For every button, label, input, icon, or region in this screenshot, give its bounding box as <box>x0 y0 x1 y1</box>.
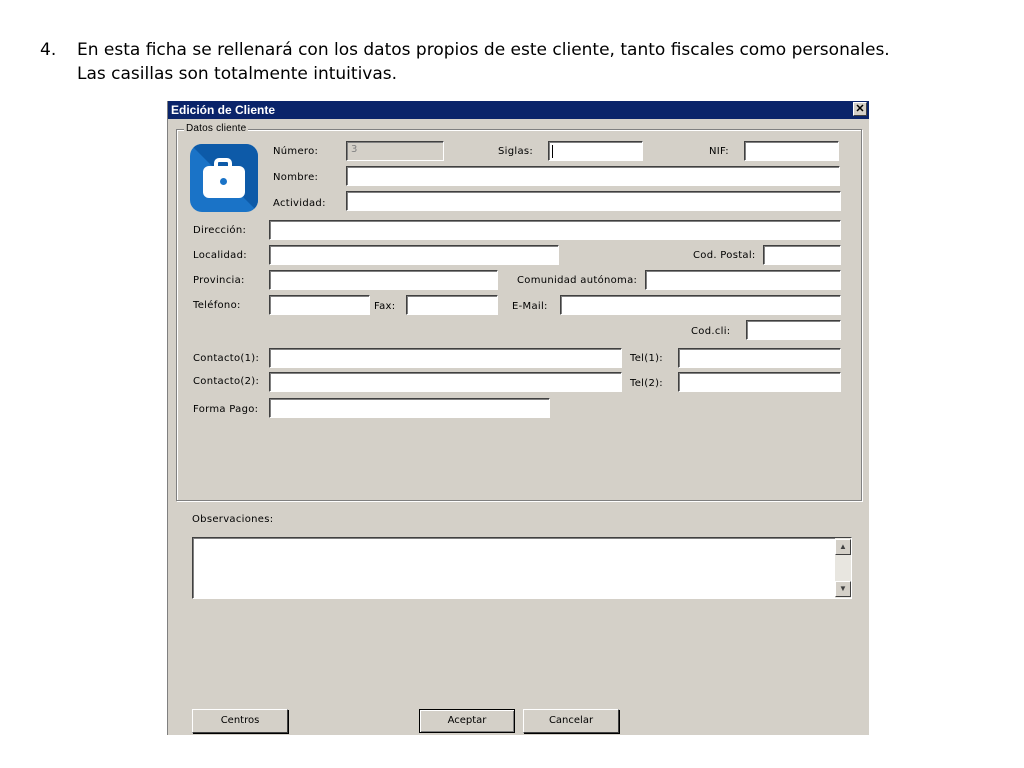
telefono-field[interactable] <box>269 295 370 315</box>
tel1-label: Tel(1): <box>630 353 663 364</box>
edit-client-dialog: Edición de Cliente ✕ Datos cliente Númer… <box>167 101 869 735</box>
actividad-field[interactable] <box>346 191 841 211</box>
cod-postal-label: Cod. Postal: <box>693 250 756 261</box>
fax-field[interactable] <box>406 295 498 315</box>
forma-pago-label: Forma Pago: <box>193 404 259 415</box>
localidad-label: Localidad: <box>193 250 247 261</box>
direccion-label: Dirección: <box>193 225 247 236</box>
instruction-line-1: En esta ficha se rellenará con los datos… <box>77 40 890 60</box>
contacto2-field[interactable] <box>269 372 622 392</box>
contacto1-label: Contacto(1): <box>193 353 260 364</box>
email-label: E-Mail: <box>512 301 548 312</box>
group-label: Datos cliente <box>184 123 249 134</box>
observaciones-label: Observaciones: <box>192 514 274 525</box>
email-field[interactable] <box>560 295 841 315</box>
tel2-field[interactable] <box>678 372 841 392</box>
nombre-label: Nombre: <box>273 172 319 183</box>
siglas-label: Siglas: <box>498 146 534 157</box>
scroll-down-icon[interactable]: ▼ <box>835 581 851 597</box>
contacto2-label: Contacto(2): <box>193 376 260 387</box>
codcli-field[interactable] <box>746 320 841 340</box>
aceptar-button[interactable]: Aceptar <box>419 709 515 733</box>
briefcase-icon <box>190 144 258 212</box>
scroll-up-icon[interactable]: ▲ <box>835 539 851 555</box>
tel1-field[interactable] <box>678 348 841 368</box>
close-icon[interactable]: ✕ <box>853 102 867 116</box>
provincia-label: Provincia: <box>193 275 245 286</box>
comunidad-label: Comunidad autónoma: <box>517 275 638 286</box>
nif-label: NIF: <box>709 146 729 157</box>
siglas-field[interactable] <box>548 141 643 161</box>
nif-field[interactable] <box>744 141 839 161</box>
telefono-label: Teléfono: <box>193 300 241 311</box>
cod-postal-field[interactable] <box>763 245 841 265</box>
step-number: 4. <box>40 40 57 60</box>
dialog-title: Edición de Cliente <box>171 103 276 117</box>
localidad-field[interactable] <box>269 245 559 265</box>
contacto1-field[interactable] <box>269 348 622 368</box>
instruction-line-2: Las casillas son totalmente intuitivas. <box>77 64 398 84</box>
forma-pago-field[interactable] <box>269 398 550 418</box>
numero-label: Número: <box>273 146 319 157</box>
observaciones-scrollbar[interactable]: ▲ ▼ <box>835 538 851 598</box>
tel2-label: Tel(2): <box>630 378 663 389</box>
comunidad-field[interactable] <box>645 270 841 290</box>
fax-label: Fax: <box>374 301 396 312</box>
numero-field: 3 <box>346 141 444 161</box>
cancelar-button[interactable]: Cancelar <box>523 709 619 733</box>
centros-button[interactable]: Centros <box>192 709 288 733</box>
direccion-field[interactable] <box>269 220 841 240</box>
actividad-label: Actividad: <box>273 198 326 209</box>
dialog-titlebar: Edición de Cliente ✕ <box>168 101 869 119</box>
provincia-field[interactable] <box>269 270 498 290</box>
codcli-label: Cod.cli: <box>691 326 731 337</box>
slide-instructions: 4. En esta ficha se rellenará con los da… <box>40 38 1000 86</box>
nombre-field[interactable] <box>346 166 840 186</box>
observaciones-textarea[interactable]: ▲ ▼ <box>192 537 852 599</box>
